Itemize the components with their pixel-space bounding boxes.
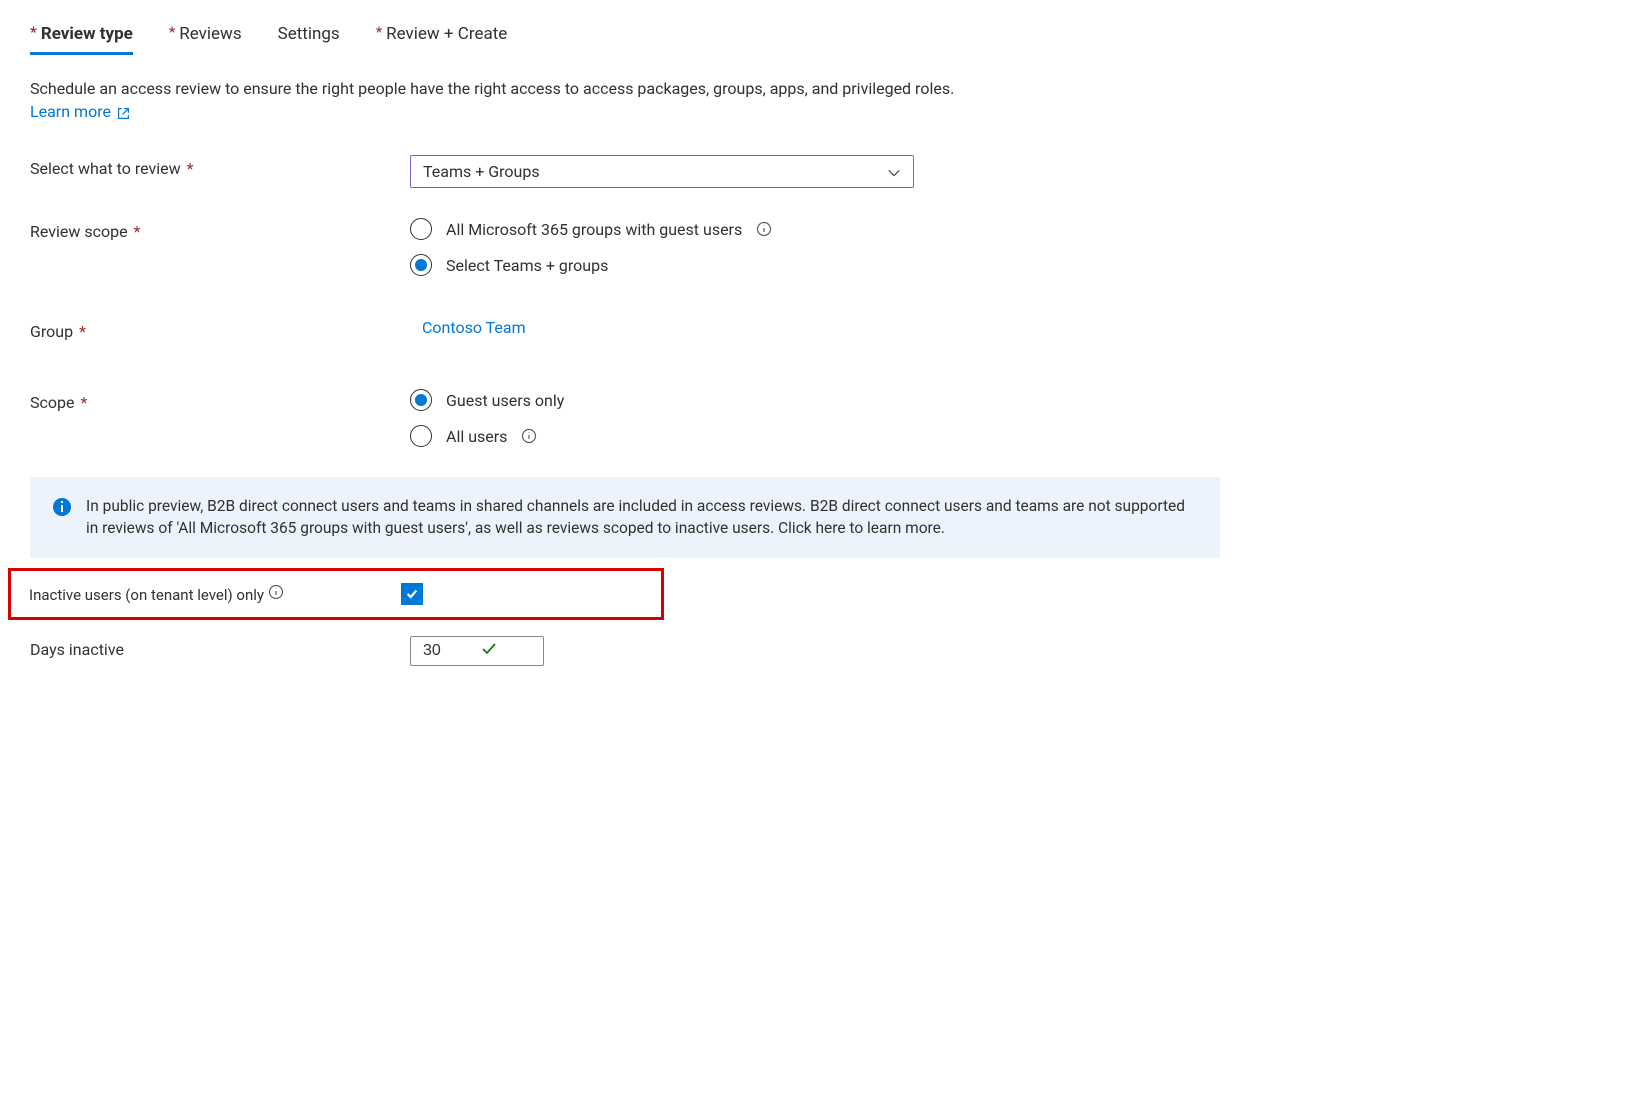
tab-label: Reviews	[179, 24, 241, 44]
radio-select-teams-groups[interactable]: Select Teams + groups	[410, 254, 1616, 276]
learn-more-link[interactable]: Learn more	[30, 102, 130, 121]
field-days-inactive: Days inactive	[30, 636, 1616, 666]
banner-message: In public preview, B2B direct connect us…	[86, 495, 1198, 540]
field-select-review: Select what to review * Teams + Groups	[30, 155, 1616, 188]
field-review-scope: Review scope * All Microsoft 365 groups …	[30, 218, 1616, 276]
radio-icon	[410, 425, 432, 447]
required-asterisk: *	[376, 23, 382, 41]
required-asterisk: *	[80, 393, 87, 412]
external-link-icon	[117, 105, 130, 118]
tab-label: Review type	[41, 24, 133, 44]
required-asterisk: *	[79, 322, 86, 341]
radio-all-users[interactable]: All users	[410, 425, 1616, 447]
radio-label: All users	[446, 427, 507, 446]
tab-bar: * Review type * Reviews Settings * Revie…	[30, 24, 1616, 55]
tab-review-type[interactable]: * Review type	[30, 24, 133, 55]
field-label: Inactive users (on tenant level) only	[29, 584, 401, 604]
tab-reviews[interactable]: * Reviews	[169, 24, 242, 55]
chevron-down-icon	[887, 165, 901, 179]
tab-settings[interactable]: Settings	[278, 24, 340, 55]
days-inactive-input-wrapper	[410, 636, 544, 666]
radio-label: All Microsoft 365 groups with guest user…	[446, 220, 742, 239]
required-asterisk: *	[169, 23, 175, 41]
info-icon[interactable]	[268, 584, 284, 600]
radio-icon	[410, 254, 432, 276]
field-label: Select what to review *	[30, 155, 410, 178]
radio-icon	[410, 389, 432, 411]
days-inactive-input[interactable]	[421, 641, 481, 661]
field-inactive-users-only: Inactive users (on tenant level) only	[8, 568, 664, 620]
required-asterisk: *	[30, 23, 37, 41]
field-group: Group * Contoso Team	[30, 318, 1616, 341]
field-scope: Scope * Guest users only All users	[30, 389, 1616, 447]
radio-label: Guest users only	[446, 391, 564, 410]
radio-guest-users-only[interactable]: Guest users only	[410, 389, 1616, 411]
field-label: Scope *	[30, 389, 410, 412]
radio-all-m365-groups[interactable]: All Microsoft 365 groups with guest user…	[410, 218, 1616, 240]
info-icon[interactable]	[756, 221, 772, 237]
page-description: Schedule an access review to ensure the …	[30, 79, 1180, 98]
required-asterisk: *	[134, 222, 141, 241]
field-label: Group *	[30, 318, 410, 341]
info-icon[interactable]	[521, 428, 537, 444]
required-asterisk: *	[187, 159, 194, 178]
check-icon	[481, 641, 497, 661]
inactive-users-checkbox[interactable]	[401, 583, 423, 605]
info-banner: In public preview, B2B direct connect us…	[30, 477, 1220, 558]
info-icon	[52, 497, 72, 517]
tab-review-create[interactable]: * Review + Create	[376, 24, 508, 55]
radio-icon	[410, 218, 432, 240]
tab-label: Settings	[278, 24, 340, 44]
field-label: Review scope *	[30, 218, 410, 241]
radio-label: Select Teams + groups	[446, 256, 608, 275]
select-value: Teams + Groups	[423, 162, 540, 181]
select-review-dropdown[interactable]: Teams + Groups	[410, 155, 914, 188]
tab-label: Review + Create	[386, 24, 507, 44]
link-text: Learn more	[30, 102, 111, 121]
field-label: Days inactive	[30, 636, 410, 659]
group-link[interactable]: Contoso Team	[422, 314, 526, 337]
